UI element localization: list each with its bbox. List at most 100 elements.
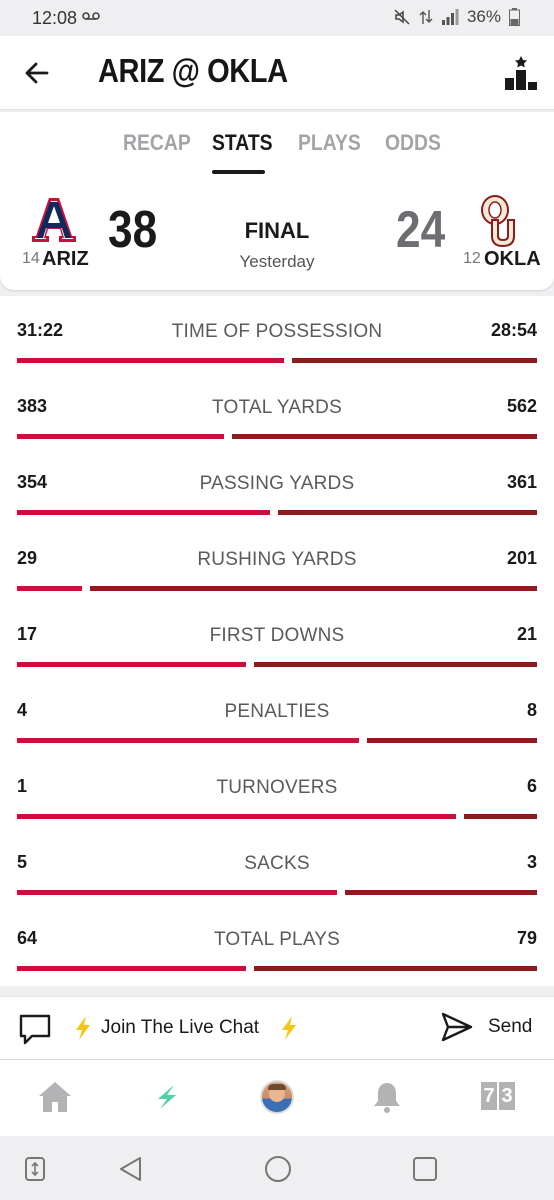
bell-icon[interactable] bbox=[370, 1080, 404, 1114]
lightning-bolt-icon bbox=[76, 1016, 90, 1040]
app-header: ARIZ @ OKLA bbox=[0, 36, 554, 110]
send-button[interactable]: Send bbox=[488, 1016, 532, 1038]
page-title: ARIZ @ OKLA bbox=[98, 52, 288, 89]
stat-row: 1 TURNOVERS 6 bbox=[0, 752, 554, 828]
stat-bar-home bbox=[254, 966, 537, 971]
tab-stats[interactable]: STATS bbox=[212, 130, 273, 156]
system-nav-bar bbox=[0, 1136, 554, 1200]
tab-plays[interactable]: PLAYS bbox=[298, 130, 361, 156]
stat-bar bbox=[17, 586, 537, 591]
bolt-icon[interactable] bbox=[150, 1080, 184, 1114]
stat-row: 64 TOTAL PLAYS 79 bbox=[0, 904, 554, 980]
stat-label: PASSING YARDS bbox=[199, 473, 355, 494]
stat-home-value: 28:54 bbox=[490, 320, 537, 340]
stat-label: TOTAL PLAYS bbox=[213, 929, 341, 950]
stat-bar-away bbox=[17, 510, 270, 515]
home-rank: 12 bbox=[463, 250, 481, 267]
recent-apps-icon[interactable] bbox=[410, 1154, 440, 1184]
stat-bar-home bbox=[232, 434, 537, 439]
mute-icon bbox=[394, 9, 410, 25]
stat-row: 5 SACKS 3 bbox=[0, 828, 554, 904]
home-circle-icon[interactable] bbox=[263, 1154, 293, 1184]
tab-recap[interactable]: RECAP bbox=[123, 130, 191, 156]
stat-bar-home bbox=[345, 890, 537, 895]
stat-bar-away bbox=[17, 358, 284, 363]
stat-bar-away bbox=[17, 434, 224, 439]
lightning-bolt-icon bbox=[282, 1016, 296, 1040]
score-card: RECAP STATS PLAYS ODDS 14 ARIZ 38 FINAL … bbox=[0, 112, 554, 290]
active-tab-indicator bbox=[212, 170, 265, 174]
stat-bar-away bbox=[17, 890, 337, 895]
battery-icon bbox=[509, 8, 520, 26]
stat-label: TOTAL YARDS bbox=[212, 397, 342, 418]
leaderboard-icon[interactable] bbox=[504, 54, 538, 90]
stat-bar bbox=[17, 814, 537, 819]
send-icon[interactable] bbox=[440, 1011, 474, 1043]
stat-home-value: 8 bbox=[526, 700, 537, 720]
stat-label: RUSHING YARDS bbox=[197, 549, 357, 570]
signal-icon bbox=[441, 9, 459, 25]
stat-label: TIME OF POSSESSION bbox=[171, 321, 383, 342]
stat-bar-away bbox=[17, 662, 246, 667]
home-team-abbr[interactable]: OKLA bbox=[484, 248, 541, 271]
chat-bubble-icon[interactable] bbox=[18, 1012, 52, 1046]
stat-bar-home bbox=[367, 738, 537, 743]
tab-odds[interactable]: ODDS bbox=[385, 130, 441, 156]
tab-bar: RECAP STATS PLAYS ODDS bbox=[0, 112, 554, 174]
join-live-chat-label[interactable]: Join The Live Chat bbox=[101, 1017, 259, 1039]
stat-bar-home bbox=[292, 358, 537, 363]
live-chat-bar[interactable]: Join The Live Chat Send bbox=[0, 996, 554, 1060]
avatar-hair bbox=[268, 1084, 286, 1090]
stat-bar bbox=[17, 966, 537, 971]
stat-label: PENALTIES bbox=[224, 701, 330, 722]
bottom-nav: 7 3 bbox=[0, 1060, 554, 1136]
back-arrow-icon[interactable] bbox=[22, 58, 52, 88]
battery-level: 36% bbox=[466, 7, 501, 26]
stat-bar-home bbox=[254, 662, 537, 667]
home-score: 24 bbox=[396, 201, 446, 259]
game-status: FINAL bbox=[244, 218, 310, 243]
counter-digit: 7 bbox=[481, 1082, 497, 1110]
stat-bar bbox=[17, 738, 537, 743]
home-icon[interactable] bbox=[38, 1080, 72, 1114]
stat-bar bbox=[17, 890, 537, 895]
stat-bar-away bbox=[17, 586, 82, 591]
oklahoma-logo[interactable] bbox=[478, 194, 522, 248]
stat-bar-home bbox=[90, 586, 537, 591]
stat-label: TURNOVERS bbox=[216, 777, 338, 798]
status-time: 12:08 bbox=[32, 8, 78, 28]
stat-home-value: 79 bbox=[516, 928, 537, 948]
stat-bar-home bbox=[278, 510, 537, 515]
stat-label: SACKS bbox=[244, 853, 310, 874]
counter-digit: 3 bbox=[499, 1082, 515, 1110]
stat-home-value: 562 bbox=[506, 396, 537, 416]
stat-home-value: 201 bbox=[506, 548, 537, 568]
data-icon bbox=[419, 10, 433, 24]
stat-row: 17 FIRST DOWNS 21 bbox=[0, 600, 554, 676]
status-bar: 12:08 36% bbox=[0, 0, 554, 36]
stat-row: 29 RUSHING YARDS 201 bbox=[0, 524, 554, 600]
stat-bar-away bbox=[17, 738, 359, 743]
stat-label: FIRST DOWNS bbox=[209, 625, 345, 646]
stat-row: 31:22 TIME OF POSSESSION 28:54 bbox=[0, 296, 554, 372]
avatar[interactable] bbox=[260, 1080, 294, 1114]
stat-bar bbox=[17, 510, 537, 515]
status-right: 36% bbox=[393, 7, 520, 27]
stat-bar-away bbox=[17, 966, 246, 971]
stat-bar bbox=[17, 662, 537, 667]
back-triangle-icon[interactable] bbox=[116, 1154, 146, 1184]
stat-bar bbox=[17, 358, 537, 363]
stat-home-value: 361 bbox=[506, 472, 537, 492]
stat-row: 4 PENALTIES 8 bbox=[0, 676, 554, 752]
voicemail-icon bbox=[82, 12, 100, 20]
stat-row: 354 PASSING YARDS 361 bbox=[0, 448, 554, 524]
stat-row: 383 TOTAL YARDS 562 bbox=[0, 372, 554, 448]
stat-home-value: 6 bbox=[526, 776, 537, 796]
screen-swap-icon[interactable] bbox=[20, 1154, 50, 1184]
stat-bar-away bbox=[17, 814, 456, 819]
stat-bar bbox=[17, 434, 537, 439]
scoreboard-icon[interactable]: 7 3 bbox=[481, 1082, 515, 1110]
team-stats-list: 31:22 TIME OF POSSESSION 28:54 383 TOTAL… bbox=[0, 296, 554, 986]
stat-bar-home bbox=[464, 814, 537, 819]
stat-home-value: 3 bbox=[526, 852, 537, 872]
